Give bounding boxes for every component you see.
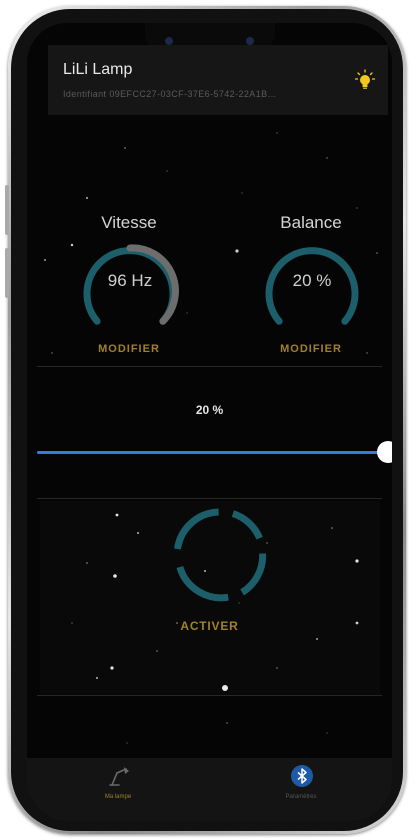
slider-value: 20 % — [195, 403, 224, 417]
bluetooth-icon — [291, 765, 313, 787]
app-screen: LiLi Lamp Identifiant 09EFCC27-03CF-37E6… — [27, 23, 392, 821]
section-divider — [37, 366, 382, 367]
camera-icon — [165, 37, 173, 45]
section-divider — [37, 695, 382, 696]
sensor-icon — [246, 37, 254, 45]
device-header: LiLi Lamp Identifiant 09EFCC27-03CF-37E6… — [48, 45, 388, 115]
section-divider — [37, 498, 382, 499]
slider-thumb[interactable] — [377, 441, 392, 463]
balance-label: Balance — [280, 213, 342, 232]
tab-label: Ma lampe — [104, 794, 132, 800]
balance-gauge — [265, 247, 359, 325]
app-title: LiLi Lamp — [63, 61, 133, 78]
balance-modify-button[interactable]: MODIFIER — [251, 343, 371, 355]
starfield-background — [44, 132, 378, 744]
tab-label: Paramètres — [285, 794, 317, 800]
lightbulb-icon[interactable] — [354, 69, 376, 91]
device-identifier: Identifiant 09EFCC27-03CF-37E6-5742-22A1… — [63, 89, 277, 99]
vitesse-gauge — [83, 244, 179, 325]
side-button — [5, 185, 9, 235]
tab-bar: Ma lampe Paramètres — [27, 758, 392, 821]
vitesse-value: 96 Hz — [107, 271, 153, 290]
page-indicator — [222, 685, 228, 691]
slider-track[interactable] — [37, 451, 387, 454]
activate-button[interactable]: ACTIVER — [27, 619, 392, 633]
balance-value: 20 % — [292, 271, 332, 290]
tab-parametres[interactable]: Paramètres — [210, 758, 392, 821]
side-button — [5, 248, 9, 298]
lamp-icon — [109, 767, 129, 786]
vitesse-label: Vitesse — [101, 213, 157, 232]
vitesse-modify-button[interactable]: MODIFIER — [69, 343, 189, 355]
activate-ring-icon[interactable] — [170, 505, 270, 605]
tab-ma-lampe[interactable]: Ma lampe — [27, 758, 209, 821]
